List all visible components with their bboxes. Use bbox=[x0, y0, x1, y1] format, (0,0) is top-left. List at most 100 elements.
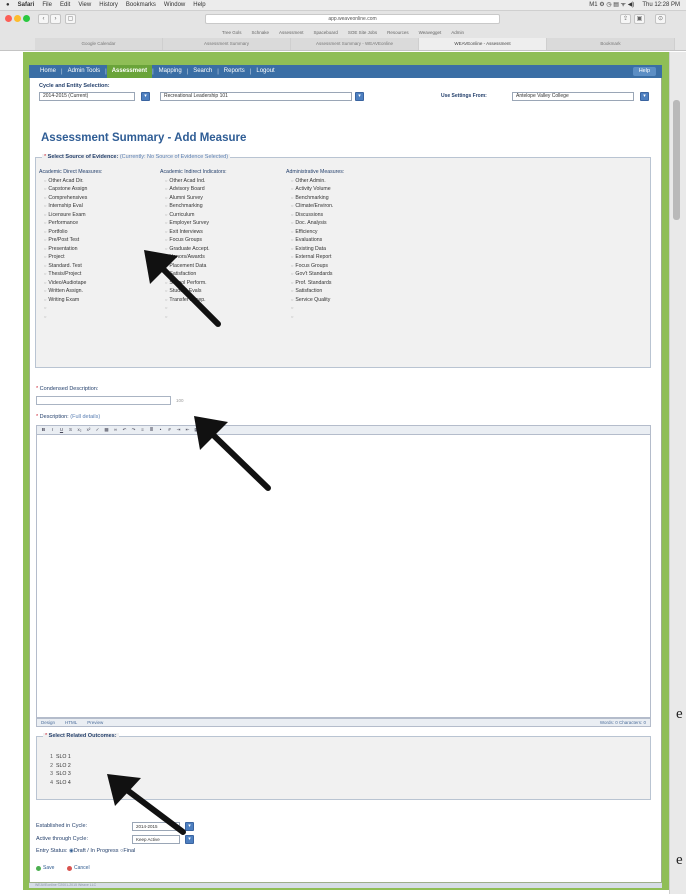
evidence-option[interactable]: Pre/Post Test bbox=[39, 236, 102, 245]
nav-logout[interactable]: Logout bbox=[251, 65, 279, 78]
description-editor-area[interactable] bbox=[36, 435, 651, 718]
redo-icon[interactable]: ↷ bbox=[130, 427, 137, 433]
spellcheck-icon[interactable]: ✓ bbox=[94, 427, 101, 433]
nav-assessment[interactable]: Assessment bbox=[106, 65, 153, 78]
evidence-option[interactable]: Focus Groups bbox=[286, 262, 344, 271]
cycle-select[interactable]: 2014-2015 (Current) bbox=[39, 92, 135, 101]
preview-mode-tab[interactable]: Preview bbox=[87, 719, 103, 726]
nav-reports[interactable]: Reports bbox=[219, 65, 250, 78]
outcome-checkbox[interactable]: 4 SLO 4 bbox=[45, 779, 71, 788]
evidence-option[interactable]: Employer Survey bbox=[160, 219, 227, 228]
design-mode-tab[interactable]: Design bbox=[41, 719, 55, 726]
evidence-option[interactable]: Standard. Test bbox=[39, 262, 102, 271]
favorite-item[interactable]: Weavegget bbox=[419, 27, 442, 38]
underline-icon[interactable]: U bbox=[58, 427, 65, 433]
evidence-option[interactable]: Service Quality bbox=[286, 296, 344, 305]
evidence-option[interactable]: Benchmarking bbox=[160, 202, 227, 211]
evidence-option[interactable]: Performance bbox=[39, 219, 102, 228]
browser-tab-active[interactable]: WEAVEonline - Assessment bbox=[419, 38, 547, 50]
evidence-option[interactable]: Writing Exam bbox=[39, 296, 102, 305]
evidence-option[interactable]: Gov't Standards bbox=[286, 270, 344, 279]
evidence-option[interactable]: Curriculum bbox=[160, 211, 227, 220]
share-icon[interactable]: ⇪ bbox=[620, 14, 631, 24]
scrollbar-thumb[interactable] bbox=[673, 100, 680, 220]
minimize-window-icon[interactable] bbox=[14, 15, 21, 22]
nav-admin-tools[interactable]: Admin Tools bbox=[63, 65, 106, 78]
evidence-option[interactable] bbox=[286, 313, 344, 322]
evidence-option[interactable]: Portfolio bbox=[39, 228, 102, 237]
evidence-option[interactable]: Existing Data bbox=[286, 245, 344, 254]
condensed-description-input[interactable] bbox=[36, 396, 171, 405]
address-bar[interactable]: app.weaveonline.com bbox=[205, 14, 500, 24]
clock[interactable]: Thu 12:28 PM bbox=[642, 0, 680, 11]
menu-bookmarks[interactable]: Bookmarks bbox=[126, 0, 156, 11]
evidence-option[interactable]: Project bbox=[39, 253, 102, 262]
menu-edit[interactable]: Edit bbox=[60, 0, 70, 11]
save-button[interactable]: Save bbox=[36, 864, 54, 873]
status-icons[interactable]: M1 ⚙ ◷ ▤ ᯤ ◀) bbox=[589, 0, 634, 11]
downloads-icon[interactable]: ⊙ bbox=[655, 14, 666, 24]
menu-window[interactable]: Window bbox=[164, 0, 185, 11]
evidence-option[interactable]: Doc. Analysis bbox=[286, 219, 344, 228]
subscript-icon[interactable]: x₂ bbox=[76, 427, 83, 433]
browser-tab[interactable]: Assessment Summary - WEAVEonline bbox=[291, 38, 419, 50]
cancel-button[interactable]: Cancel bbox=[67, 864, 90, 873]
browser-tab[interactable]: Assessment Summary bbox=[163, 38, 291, 50]
close-window-icon[interactable] bbox=[5, 15, 12, 22]
entity-dropdown-icon[interactable]: ▾ bbox=[355, 92, 364, 101]
superscript-icon[interactable]: x² bbox=[85, 427, 92, 433]
evidence-option[interactable]: Activity Volume bbox=[286, 185, 344, 194]
menu-view[interactable]: View bbox=[78, 0, 91, 11]
evidence-option[interactable]: Climate/Environ. bbox=[286, 202, 344, 211]
evidence-option[interactable]: External Report bbox=[286, 253, 344, 262]
italic-icon[interactable]: I bbox=[49, 427, 56, 433]
evidence-option[interactable]: Thesis/Project bbox=[39, 270, 102, 279]
link-icon[interactable]: ∞ bbox=[112, 427, 119, 433]
evidence-option[interactable]: Presentation bbox=[39, 245, 102, 254]
favorite-item[interactable]: SOE Site Jobs bbox=[348, 27, 377, 38]
use-settings-dropdown-icon[interactable]: ▾ bbox=[640, 92, 649, 101]
favorite-item[interactable]: Spaceboard bbox=[314, 27, 338, 38]
forward-icon[interactable]: › bbox=[50, 14, 61, 24]
evidence-option[interactable]: Video/Audiotape bbox=[39, 279, 102, 288]
outcome-checkbox[interactable]: 1 SLO 1 bbox=[45, 753, 71, 762]
nav-search[interactable]: Search bbox=[188, 65, 217, 78]
evidence-option[interactable]: Efficiency bbox=[286, 228, 344, 237]
evidence-option[interactable]: Satisfaction bbox=[286, 287, 344, 296]
evidence-option[interactable] bbox=[39, 304, 102, 313]
evidence-option[interactable]: Internship Eval bbox=[39, 202, 102, 211]
nav-mapping[interactable]: Mapping bbox=[154, 65, 187, 78]
evidence-option[interactable]: Benchmarking bbox=[286, 194, 344, 203]
evidence-option[interactable]: Capstone Assign bbox=[39, 185, 102, 194]
evidence-option[interactable]: Prof. Standards bbox=[286, 279, 344, 288]
menu-history[interactable]: History bbox=[99, 0, 118, 11]
evidence-option[interactable]: Comprehensives bbox=[39, 194, 102, 203]
menu-file[interactable]: File bbox=[42, 0, 52, 11]
undo-icon[interactable]: ↶ bbox=[121, 427, 128, 433]
align-center-icon[interactable]: ≣ bbox=[148, 427, 155, 433]
favorite-item[interactable]: Assessment bbox=[279, 27, 304, 38]
evidence-option[interactable]: Alumni Survey bbox=[160, 194, 227, 203]
bold-icon[interactable]: B bbox=[40, 427, 47, 433]
menu-app-name[interactable]: Safari bbox=[18, 0, 35, 11]
cycle-dropdown-icon[interactable]: ▾ bbox=[141, 92, 150, 101]
bullet-list-icon[interactable]: • bbox=[157, 427, 164, 433]
nav-home[interactable]: Home bbox=[35, 65, 61, 78]
evidence-option[interactable]: Other Acad Dir. bbox=[39, 177, 102, 186]
evidence-option[interactable] bbox=[39, 313, 102, 322]
favorite-item[interactable]: Schnake bbox=[252, 27, 270, 38]
evidence-option[interactable]: Evaluations bbox=[286, 236, 344, 245]
browser-tab[interactable]: Bookmark bbox=[547, 38, 675, 50]
back-icon[interactable]: ‹ bbox=[38, 14, 49, 24]
image-icon[interactable]: ▩ bbox=[103, 427, 110, 433]
strikethrough-icon[interactable]: S bbox=[67, 427, 74, 433]
sidebar-icon[interactable]: ▢ bbox=[65, 14, 76, 24]
evidence-option[interactable]: Discussions bbox=[286, 211, 344, 220]
browser-tab[interactable]: Google Calendar bbox=[35, 38, 163, 50]
indent-icon[interactable]: ⇥ bbox=[175, 427, 182, 433]
menu-help[interactable]: Help bbox=[193, 0, 205, 11]
tabs-overview-icon[interactable]: ▣ bbox=[634, 14, 645, 24]
outcome-checkbox[interactable]: 2 SLO 2 bbox=[45, 762, 71, 771]
help-button[interactable]: Help bbox=[632, 67, 656, 76]
outcome-checkbox[interactable]: 3 SLO 3 bbox=[45, 770, 71, 779]
